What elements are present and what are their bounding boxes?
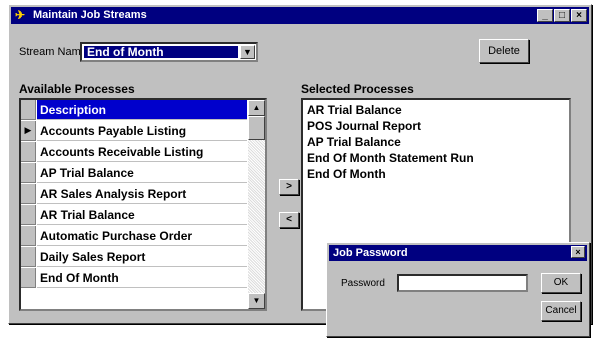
list-item[interactable]: End Of Month Statement Run <box>307 151 474 165</box>
table-cell[interactable]: Automatic Purchase Order <box>37 226 247 246</box>
row-selector[interactable] <box>21 226 36 246</box>
delete-button[interactable]: Delete <box>479 39 529 63</box>
title-bar[interactable]: ✈ Maintain Job Streams _ □ × <box>11 7 589 24</box>
table-cell[interactable]: Daily Sales Report <box>37 247 247 267</box>
scroll-thumb[interactable] <box>248 116 265 140</box>
table-row[interactable]: AR Sales Analysis Report <box>21 184 247 205</box>
table-row[interactable]: ▶ Accounts Payable Listing <box>21 121 247 142</box>
scroll-down-icon[interactable]: ▼ <box>248 293 265 309</box>
table-row[interactable]: Accounts Receivable Listing <box>21 142 247 163</box>
table-row[interactable]: End Of Month <box>21 268 247 289</box>
row-selector[interactable] <box>21 163 36 183</box>
list-item[interactable]: AP Trial Balance <box>307 135 401 149</box>
available-processes-grid[interactable]: Description ▶ Accounts Payable Listing A… <box>19 98 267 311</box>
selected-processes-label: Selected Processes <box>301 82 414 96</box>
close-button[interactable]: × <box>571 9 587 22</box>
stream-name-value: End of Month <box>84 46 238 59</box>
password-field[interactable] <box>397 274 528 292</box>
table-row[interactable]: Automatic Purchase Order <box>21 226 247 247</box>
ok-button[interactable]: OK <box>541 273 581 293</box>
stream-name-dropdown[interactable]: End of Month ▼ <box>80 42 258 62</box>
description-column-header[interactable]: Description <box>37 100 247 120</box>
maximize-button[interactable]: □ <box>554 9 570 22</box>
available-processes-label: Available Processes <box>19 82 135 96</box>
table-row[interactable]: AR Trial Balance <box>21 205 247 226</box>
vertical-scrollbar[interactable]: ▲ ▼ <box>248 100 265 309</box>
table-cell[interactable]: Accounts Payable Listing <box>37 121 247 141</box>
list-item[interactable]: End Of Month <box>307 167 386 181</box>
dialog-title-bar[interactable]: Job Password × <box>329 245 587 261</box>
row-selector[interactable] <box>21 142 36 162</box>
remove-process-button[interactable]: < <box>279 212 299 228</box>
list-item[interactable]: AR Trial Balance <box>307 103 402 117</box>
current-row-indicator-icon: ▶ <box>21 121 36 141</box>
add-process-button[interactable]: > <box>279 179 299 195</box>
dialog-title: Job Password <box>333 247 408 259</box>
job-password-dialog: Job Password × Password OK Cancel <box>326 242 590 337</box>
row-selector[interactable] <box>21 268 36 288</box>
window-title: Maintain Job Streams <box>33 9 147 21</box>
scroll-up-icon[interactable]: ▲ <box>248 100 265 116</box>
table-row[interactable]: Daily Sales Report <box>21 247 247 268</box>
table-cell[interactable]: AR Trial Balance <box>37 205 247 225</box>
row-selector[interactable] <box>21 100 36 120</box>
row-selector[interactable] <box>21 247 36 267</box>
grid-header-row[interactable]: Description <box>21 100 247 121</box>
stream-name-label: Stream Name <box>19 46 87 58</box>
row-selector[interactable] <box>21 184 36 204</box>
minimize-button[interactable]: _ <box>537 9 553 22</box>
table-cell[interactable]: End Of Month <box>37 268 247 288</box>
table-cell[interactable]: AR Sales Analysis Report <box>37 184 247 204</box>
row-selector[interactable] <box>21 205 36 225</box>
list-item[interactable]: POS Journal Report <box>307 119 421 133</box>
app-icon: ✈ <box>15 8 26 22</box>
table-cell[interactable]: Accounts Receivable Listing <box>37 142 247 162</box>
table-row[interactable]: AP Trial Balance <box>21 163 247 184</box>
window-controls: _ □ × <box>536 9 587 22</box>
password-label: Password <box>341 278 385 289</box>
close-icon[interactable]: × <box>571 246 585 258</box>
cancel-button[interactable]: Cancel <box>541 301 581 321</box>
table-cell[interactable]: AP Trial Balance <box>37 163 247 183</box>
chevron-down-icon[interactable]: ▼ <box>240 45 255 59</box>
